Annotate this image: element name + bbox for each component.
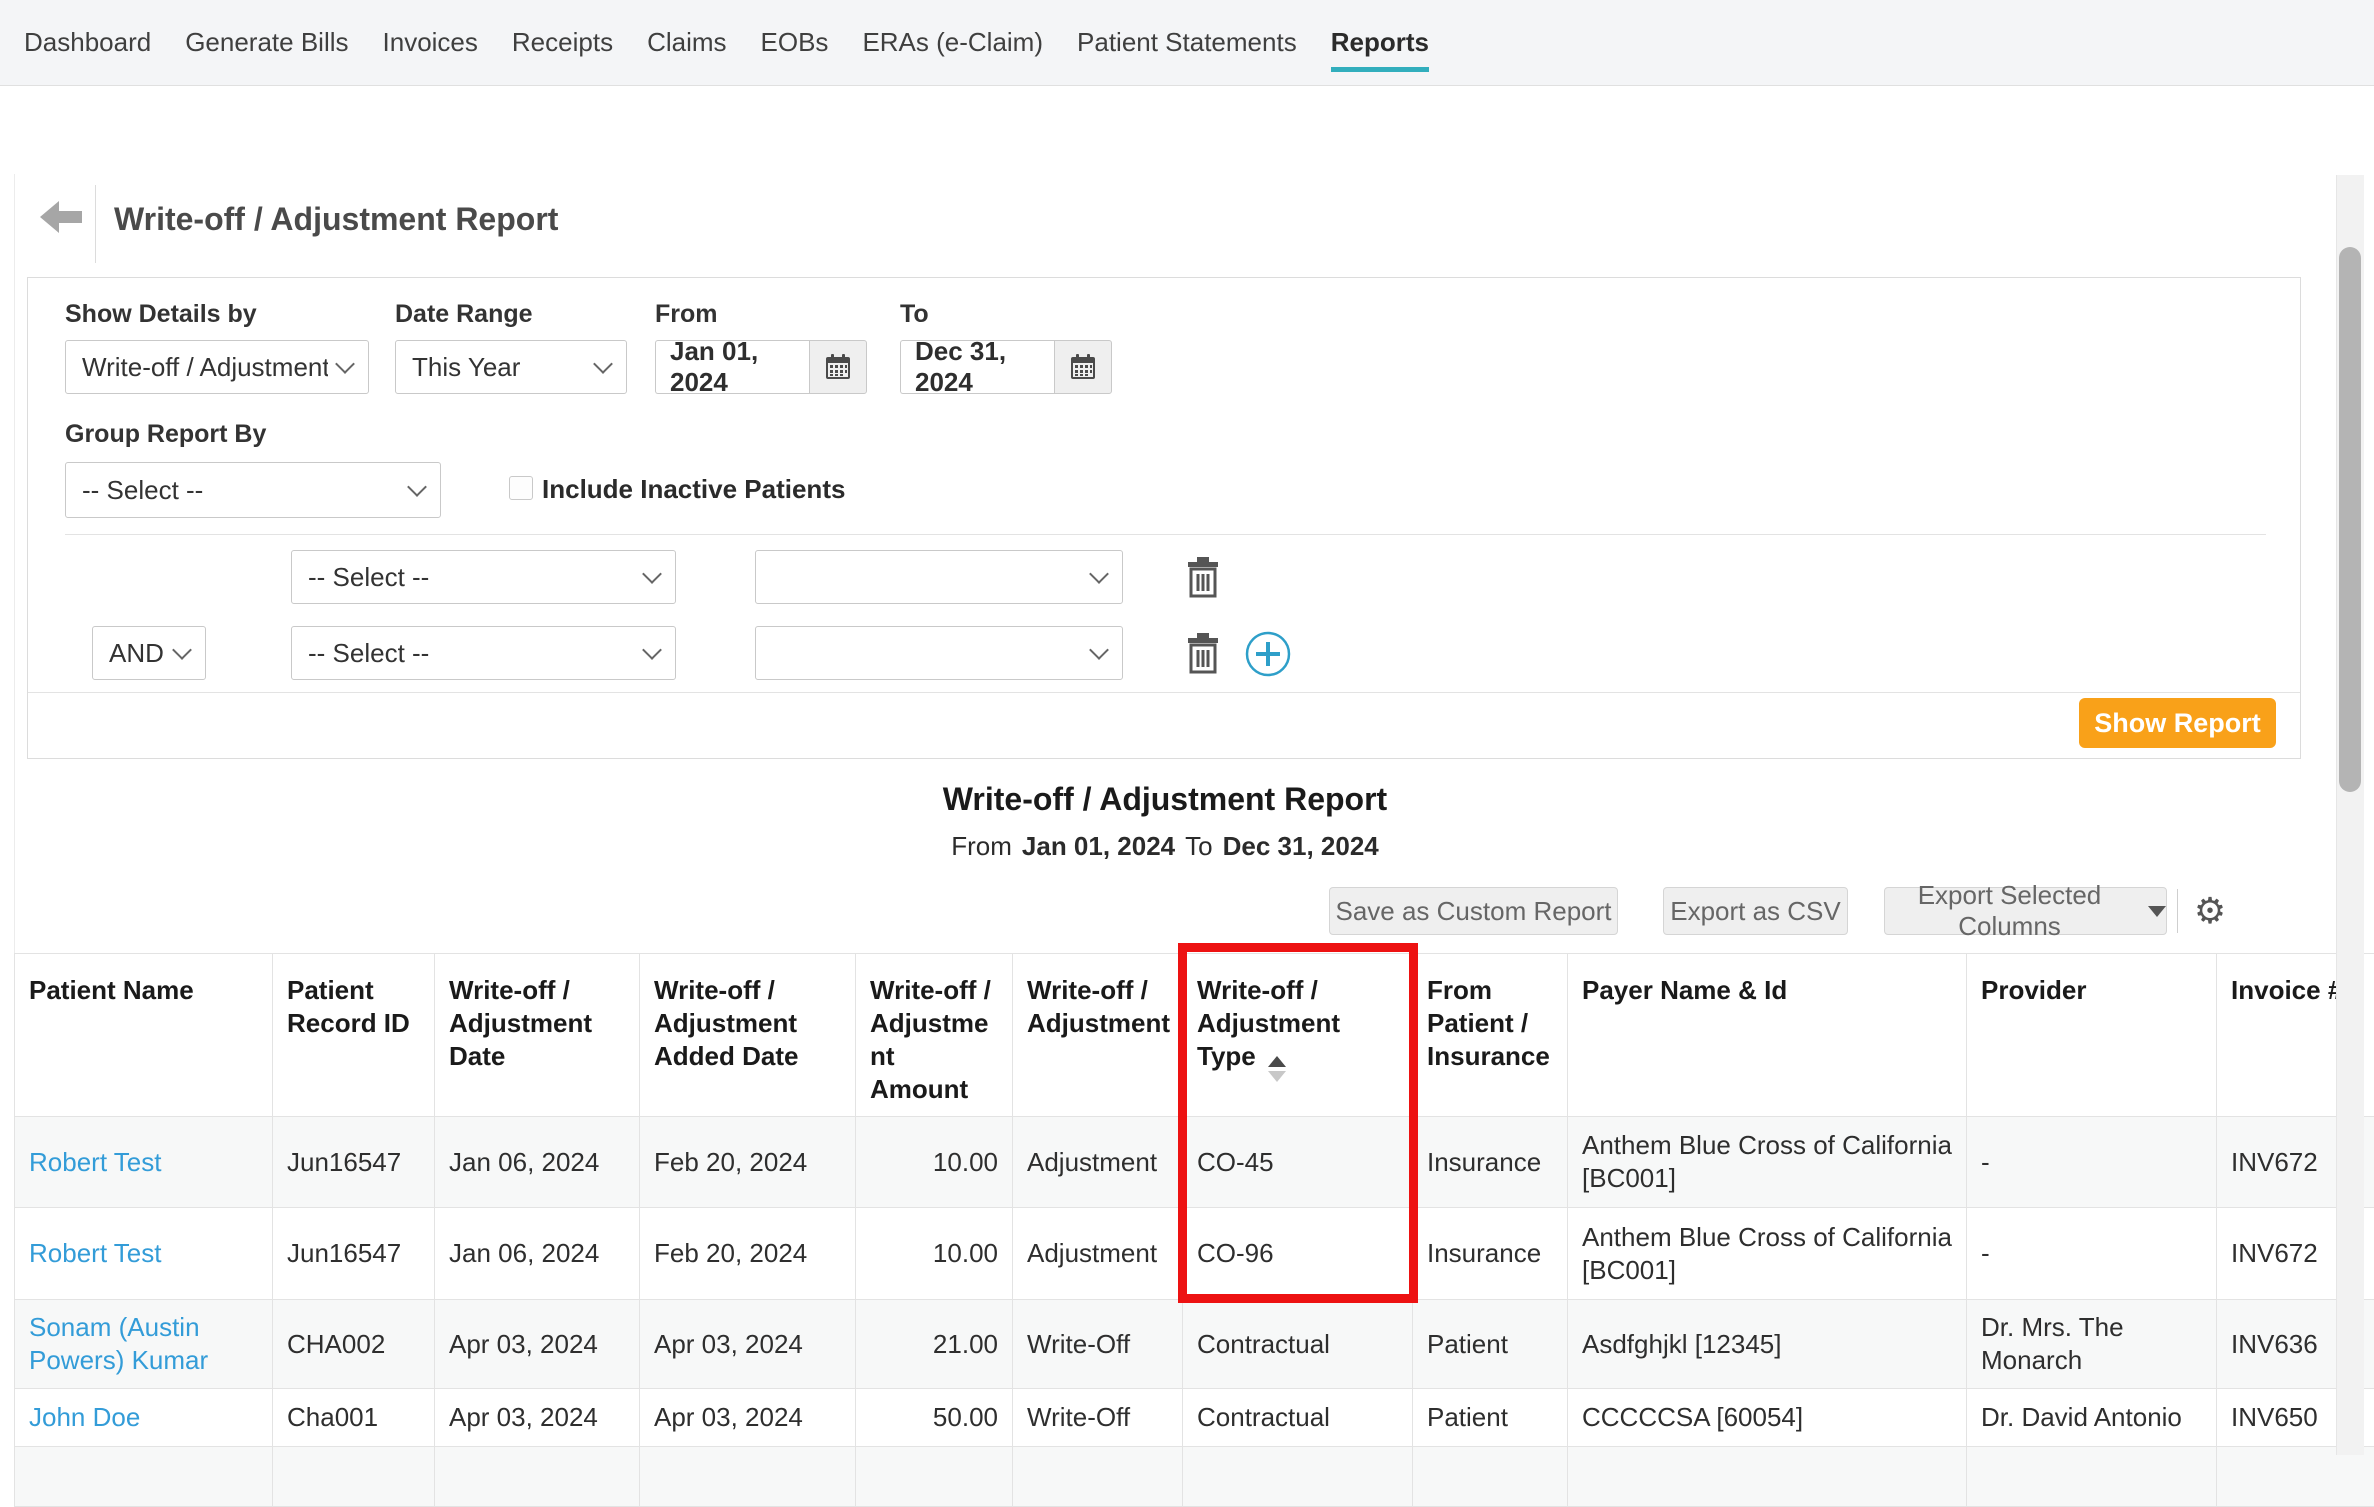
nav-item-claims[interactable]: Claims xyxy=(647,27,726,67)
nav-item-generate-bills[interactable]: Generate Bills xyxy=(185,27,348,67)
col-header-patient-record-id[interactable]: Patient Record ID xyxy=(273,954,435,1117)
to-calendar-button[interactable] xyxy=(1054,340,1112,394)
nav-item-eobs[interactable]: EOBs xyxy=(761,27,829,67)
nav-item-dashboard[interactable]: Dashboard xyxy=(24,27,151,67)
filter-panel: Show Details by Date Range From To Write… xyxy=(27,277,2301,759)
conditions-divider xyxy=(65,534,2266,535)
sort-desc-icon xyxy=(1268,1071,1286,1082)
report-table: Patient Name Patient Record ID Write-off… xyxy=(14,953,2374,1507)
table-row-partial xyxy=(15,1447,2374,1507)
condition-2-operator-select[interactable]: AND xyxy=(92,626,206,680)
date-range-select[interactable]: This Year xyxy=(395,340,627,394)
report-actions: Save as Custom Report Export as CSV Expo… xyxy=(0,887,2374,935)
sort-icon[interactable] xyxy=(1268,1056,1286,1082)
chevron-down-icon xyxy=(1089,564,1109,584)
patient-name-link[interactable]: Robert Test xyxy=(29,1238,161,1268)
report-to-label: To xyxy=(1185,831,1212,861)
app: { "nav": { "items": ["Dashboard", "Gener… xyxy=(0,0,2374,1368)
col-header-writeoff-amount[interactable]: Write-off / Adjustment Amount xyxy=(856,954,1013,1117)
col-header-patient-name[interactable]: Patient Name xyxy=(15,954,273,1117)
col-header-writeoff-date[interactable]: Write-off / Adjustment Date xyxy=(435,954,640,1117)
nav-item-receipts[interactable]: Receipts xyxy=(512,27,613,67)
head-divider xyxy=(95,185,96,263)
nav-item-invoices[interactable]: Invoices xyxy=(383,27,478,67)
col-header-writeoff-adjustment[interactable]: Write-off / Adjustment xyxy=(1013,954,1183,1117)
report-date-range: From Jan 01, 2024 To Dec 31, 2024 xyxy=(0,831,2330,862)
chevron-down-icon xyxy=(642,564,662,584)
vertical-scrollbar-thumb[interactable] xyxy=(2339,247,2361,792)
group-report-by-label: Group Report By xyxy=(65,420,266,449)
show-details-by-select[interactable]: Write-off / Adjustment xyxy=(65,340,369,394)
condition-1-value-select[interactable] xyxy=(755,550,1123,604)
patient-name-link[interactable]: Sonam (Austin Powers) Kumar xyxy=(29,1312,208,1375)
col-header-writeoff-type[interactable]: Write-off / Adjustment Type xyxy=(1183,954,1413,1117)
condition-2-field-select[interactable]: -- Select -- xyxy=(291,626,676,680)
trash-icon xyxy=(1186,556,1220,598)
to-label: To xyxy=(900,300,929,329)
condition-2-value-select[interactable] xyxy=(755,626,1123,680)
page-title: Write-off / Adjustment Report xyxy=(114,201,558,238)
to-date-field: Dec 31, 2024 xyxy=(900,340,1112,394)
group-report-by-select[interactable]: -- Select -- xyxy=(65,462,441,518)
show-report-button[interactable]: Show Report xyxy=(2079,698,2276,748)
report-from-label: From xyxy=(951,831,1012,861)
chevron-down-icon xyxy=(335,354,355,374)
nav-item-eras[interactable]: ERAs (e-Claim) xyxy=(862,27,1043,67)
include-inactive-patients-label: Include Inactive Patients xyxy=(542,474,845,505)
condition-1-delete-button[interactable] xyxy=(1186,556,1220,598)
back-button[interactable] xyxy=(38,199,84,235)
calendar-icon xyxy=(1069,353,1097,381)
add-condition-button[interactable] xyxy=(1244,630,1292,678)
page-content: Write-off / Adjustment Report Show Detai… xyxy=(0,87,2374,1368)
trash-icon xyxy=(1186,632,1220,674)
chevron-down-icon xyxy=(593,354,613,374)
gear-icon[interactable]: ⚙ xyxy=(2188,887,2232,935)
nav-item-patient-statements[interactable]: Patient Statements xyxy=(1077,27,1297,67)
vertical-scrollbar-track[interactable] xyxy=(2336,175,2364,1455)
table-row: John Doe Cha001 Apr 03, 2024 Apr 03, 202… xyxy=(15,1389,2374,1447)
to-date-input[interactable]: Dec 31, 2024 xyxy=(900,340,1054,394)
condition-1-field-select[interactable]: -- Select -- xyxy=(291,550,676,604)
sort-asc-icon xyxy=(1268,1056,1286,1067)
patient-name-link[interactable]: Robert Test xyxy=(29,1147,161,1177)
caret-down-icon xyxy=(2148,906,2166,917)
actions-divider xyxy=(2177,889,2178,933)
table-header-row: Patient Name Patient Record ID Write-off… xyxy=(15,954,2374,1117)
from-date-input[interactable]: Jan 01, 2024 xyxy=(655,340,809,394)
patient-name-link[interactable]: John Doe xyxy=(29,1402,140,1432)
chevron-down-icon xyxy=(407,477,427,497)
from-calendar-button[interactable] xyxy=(809,340,867,394)
chevron-down-icon xyxy=(1089,640,1109,660)
show-details-by-label: Show Details by xyxy=(65,300,257,329)
chevron-down-icon xyxy=(172,640,192,660)
export-selected-columns-button[interactable]: Export Selected Columns xyxy=(1884,887,2167,935)
back-arrow-icon xyxy=(38,199,84,235)
table-row: Robert Test Jun16547 Jan 06, 2024 Feb 20… xyxy=(15,1117,2374,1208)
from-date-field: Jan 01, 2024 xyxy=(655,340,867,394)
card-footer-divider xyxy=(28,692,2300,693)
chevron-down-icon xyxy=(642,640,662,660)
table-row: Sonam (Austin Powers) Kumar CHA002 Apr 0… xyxy=(15,1300,2374,1389)
date-range-label: Date Range xyxy=(395,300,533,329)
nav-item-reports[interactable]: Reports xyxy=(1331,27,1429,72)
export-as-csv-button[interactable]: Export as CSV xyxy=(1663,887,1848,935)
calendar-icon xyxy=(824,353,852,381)
col-header-from-patient-insurance[interactable]: From Patient / Insurance xyxy=(1413,954,1568,1117)
col-header-payer-name-id[interactable]: Payer Name & Id xyxy=(1568,954,1967,1117)
table-row: Robert Test Jun16547 Jan 06, 2024 Feb 20… xyxy=(15,1208,2374,1300)
from-label: From xyxy=(655,300,718,329)
report-from-value: Jan 01, 2024 xyxy=(1022,831,1175,861)
col-header-provider[interactable]: Provider xyxy=(1967,954,2217,1117)
condition-2-delete-button[interactable] xyxy=(1186,632,1220,674)
plus-circle-icon xyxy=(1244,630,1292,678)
col-header-writeoff-added-date[interactable]: Write-off / Adjustment Added Date xyxy=(640,954,856,1117)
report-to-value: Dec 31, 2024 xyxy=(1223,831,1379,861)
save-as-custom-report-button[interactable]: Save as Custom Report xyxy=(1329,887,1618,935)
include-inactive-patients-checkbox[interactable] xyxy=(509,476,533,500)
report-title: Write-off / Adjustment Report xyxy=(0,781,2330,818)
top-nav: Dashboard Generate Bills Invoices Receip… xyxy=(0,0,2374,86)
